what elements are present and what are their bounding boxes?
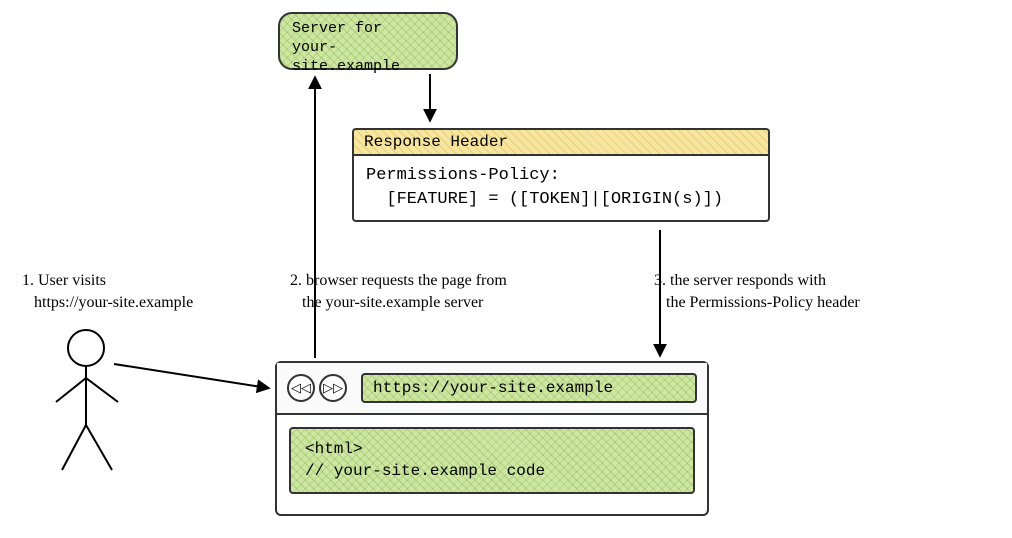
browser-viewport: <html> // your-site.example code (277, 415, 707, 506)
browser-window: ◁◁ ▷▷ https://your-site.example <html> /… (275, 361, 709, 516)
step-3-line1: 3. the server responds with (654, 270, 954, 292)
arrow-user-to-browser (114, 364, 268, 388)
browser-toolbar: ◁◁ ▷▷ https://your-site.example (277, 363, 707, 415)
response-header-body: Permissions-Policy: [FEATURE] = ([TOKEN]… (352, 154, 770, 222)
step-3-line2: the Permissions-Policy header (654, 292, 954, 314)
step-2-line2: the your-site.example server (290, 292, 600, 314)
url-bar: https://your-site.example (361, 373, 697, 403)
back-icon: ◁◁ (287, 374, 315, 402)
step-1-line1: 1. User visits (22, 270, 262, 292)
user-stick-figure (56, 330, 118, 470)
server-label-line2: your-site.example (292, 39, 444, 77)
code-line2: // your-site.example code (305, 461, 679, 483)
response-line2: [FEATURE] = ([TOKEN]|[ORIGIN(s)]) (366, 188, 756, 212)
response-header-box: Response Header Permissions-Policy: [FEA… (352, 128, 770, 222)
response-header-title: Response Header (352, 128, 770, 154)
server-box: Server for your-site.example (278, 12, 458, 70)
forward-icon: ▷▷ (319, 374, 347, 402)
step-2-caption: 2. browser requests the page from the yo… (290, 270, 600, 313)
page-code-block: <html> // your-site.example code (289, 427, 695, 494)
server-label-line1: Server for (292, 20, 444, 39)
step-1-line2: https://your-site.example (22, 292, 262, 314)
response-line1: Permissions-Policy: (366, 164, 756, 188)
code-line1: <html> (305, 439, 679, 461)
step-2-line1: 2. browser requests the page from (290, 270, 600, 292)
step-3-caption: 3. the server responds with the Permissi… (654, 270, 954, 313)
step-1-caption: 1. User visits https://your-site.example (22, 270, 262, 313)
